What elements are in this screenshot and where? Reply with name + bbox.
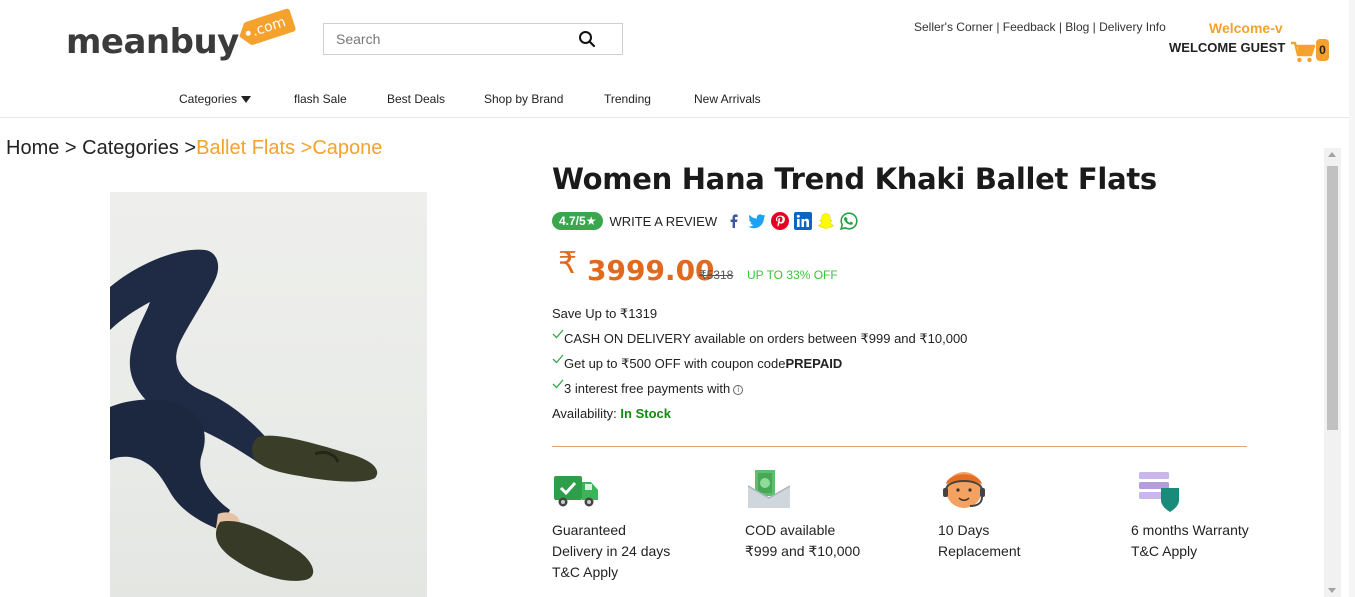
whatsapp-icon[interactable] bbox=[840, 212, 858, 230]
snapchat-icon[interactable] bbox=[817, 212, 835, 230]
breadcrumb-ballet-flats[interactable]: Ballet Flats bbox=[196, 137, 295, 159]
breadcrumb-separator: > bbox=[59, 137, 83, 159]
save-amount: Save Up to ₹1319 bbox=[552, 306, 658, 321]
nav-trending[interactable]: Trending bbox=[604, 92, 651, 106]
breadcrumb: Home > Categories >Ballet Flats >Capone bbox=[6, 137, 382, 160]
info-icon[interactable]: i bbox=[733, 384, 744, 395]
cart-count-badge: 0 bbox=[1316, 39, 1329, 61]
twitter-icon[interactable] bbox=[748, 212, 766, 230]
breadcrumb-capone[interactable]: Capone bbox=[312, 137, 382, 159]
check-icon bbox=[552, 379, 564, 389]
social-share bbox=[725, 212, 863, 230]
nav-best-deals[interactable]: Best Deals bbox=[387, 92, 445, 106]
coupon-info: Get up to ₹500 OFF with coupon codePREPA… bbox=[552, 354, 843, 372]
write-review-link[interactable]: WRITE A REVIEW bbox=[609, 214, 717, 229]
delivery-info-link[interactable]: Delivery Info bbox=[1099, 20, 1166, 34]
facebook-icon[interactable] bbox=[725, 212, 743, 230]
cod-info: CASH ON DELIVERY available on orders bet… bbox=[552, 329, 968, 347]
coupon-code: PREPAID bbox=[785, 356, 843, 371]
support-agent-icon bbox=[938, 468, 986, 512]
cod-text: CASH ON DELIVERY available on orders bet… bbox=[564, 331, 968, 346]
feature-delivery-text: Guaranteed Delivery in 24 days T&C Apply bbox=[552, 522, 671, 580]
nav-categories-label: Categories bbox=[179, 92, 238, 106]
top-links: Seller's Corner | Feedback | Blog | Deli… bbox=[914, 20, 1166, 34]
scrollbar-thumb[interactable] bbox=[1327, 166, 1338, 430]
logo-text: meanbuy bbox=[66, 22, 239, 62]
product-image[interactable] bbox=[110, 192, 427, 597]
selling-price: 3999.00 bbox=[587, 254, 715, 287]
rating-value: 4.7/5 bbox=[559, 214, 586, 228]
blog-link[interactable]: Blog bbox=[1065, 20, 1089, 34]
nav-categories[interactable]: Categories bbox=[179, 92, 252, 106]
feature-warranty: 6 months Warranty T&C Apply bbox=[1131, 468, 1251, 562]
product-title: Women Hana Trend Khaki Ballet Flats bbox=[552, 162, 1157, 196]
breadcrumb-home[interactable]: Home bbox=[6, 137, 59, 159]
coupon-text: Get up to ₹500 OFF with coupon code bbox=[564, 356, 786, 371]
search-box bbox=[323, 23, 623, 55]
discount-offer: UP TO 33% OFF bbox=[747, 268, 838, 282]
caret-down-icon bbox=[241, 96, 252, 104]
delivery-truck-icon bbox=[552, 468, 600, 512]
feature-replacement-text: 10 Days Replacement bbox=[938, 522, 1021, 559]
breadcrumb-categories[interactable]: Categories bbox=[82, 137, 179, 159]
interest-free-text: 3 interest free payments with bbox=[564, 381, 731, 396]
main-nav: Categories flash Sale Best Deals Shop by… bbox=[0, 88, 1355, 118]
rating-badge: 4.7/5★ bbox=[552, 212, 604, 230]
scroll-down-icon[interactable] bbox=[1328, 588, 1336, 593]
mrp-price: ₹5318 bbox=[699, 268, 734, 282]
product-photo-illustration bbox=[110, 249, 378, 581]
feature-replacement: 10 Days Replacement bbox=[938, 468, 1058, 562]
star-icon: ★ bbox=[585, 214, 597, 228]
welcome-guest-label: WELCOME GUEST bbox=[1169, 40, 1286, 55]
availability-label: Availability: bbox=[552, 406, 621, 421]
check-icon bbox=[552, 329, 564, 339]
feature-delivery: Guaranteed Delivery in 24 days T&C Apply bbox=[552, 468, 672, 583]
nav-shop-by-brand[interactable]: Shop by Brand bbox=[484, 92, 563, 106]
cash-envelope-icon bbox=[745, 468, 793, 512]
availability: Availability: In Stock bbox=[552, 406, 671, 421]
linkedin-icon[interactable] bbox=[794, 212, 813, 230]
search-input[interactable] bbox=[324, 24, 564, 54]
feedback-link[interactable]: Feedback bbox=[1003, 20, 1056, 34]
breadcrumb-separator: > bbox=[295, 137, 313, 159]
feature-cod-text: COD available ₹999 and ₹10,000 bbox=[745, 522, 861, 559]
site-logo[interactable]: meanbuy .com bbox=[66, 7, 297, 66]
cart-button[interactable]: 0 bbox=[1290, 38, 1330, 66]
sellers-corner-link[interactable]: Seller's Corner bbox=[914, 20, 993, 34]
scroll-up-icon[interactable] bbox=[1328, 152, 1336, 157]
feature-warranty-text: 6 months Warranty T&C Apply bbox=[1131, 522, 1249, 559]
pinterest-icon[interactable] bbox=[771, 212, 790, 230]
breadcrumb-separator: > bbox=[178, 137, 197, 159]
content-scrollbar[interactable] bbox=[1324, 148, 1341, 597]
welcome-menu[interactable]: Welcome-v bbox=[1209, 20, 1283, 36]
warranty-shield-icon bbox=[1131, 468, 1179, 512]
rating-row: 4.7/5★ WRITE A REVIEW bbox=[552, 210, 863, 232]
availability-status: In Stock bbox=[620, 406, 671, 421]
interest-free-info: 3 interest free payments with i bbox=[552, 379, 744, 396]
check-icon bbox=[552, 354, 564, 364]
nav-flash-sale[interactable]: flash Sale bbox=[294, 92, 347, 106]
cart-icon bbox=[1291, 41, 1316, 63]
logo-tag-icon: .com bbox=[234, 4, 297, 52]
feature-cod: COD available ₹999 and ₹10,000 bbox=[745, 468, 865, 562]
section-divider bbox=[552, 446, 1247, 447]
rupee-symbol: ₹ bbox=[558, 246, 578, 281]
page-scrollbar[interactable] bbox=[1349, 0, 1355, 597]
search-icon[interactable] bbox=[578, 30, 596, 48]
nav-new-arrivals[interactable]: New Arrivals bbox=[694, 92, 761, 106]
